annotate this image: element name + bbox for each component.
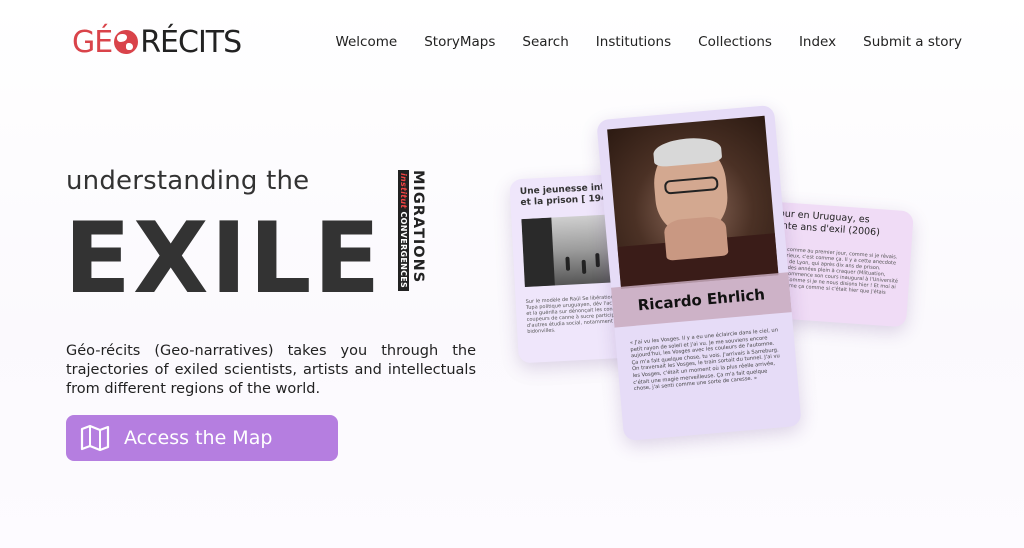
nav-storymaps[interactable]: StoryMaps (424, 34, 495, 50)
map-icon (80, 424, 110, 452)
nav-collections[interactable]: Collections (698, 34, 772, 50)
globe-icon (114, 30, 139, 54)
card-center-portrait (607, 115, 779, 289)
nav-institutions[interactable]: Institutions (596, 34, 671, 50)
card-center-name: Ricardo Ehrlich (637, 285, 766, 315)
badge-convergences-text: CONVERGENCES (399, 211, 408, 289)
logo-text-geo: GÉ (72, 24, 113, 60)
badge-convergences: institut CONVERGENCES (398, 170, 409, 292)
site-logo[interactable]: GÉ RÉCITS (72, 24, 242, 60)
nav-index[interactable]: Index (799, 34, 836, 50)
hero-subtitle: understanding the (66, 166, 310, 196)
story-card-center[interactable]: Ricardo Ehrlich « J'ai vu les Vosges. Il… (596, 104, 802, 442)
nav-submit-story[interactable]: Submit a story (863, 34, 962, 50)
main-navigation: Welcome StoryMaps Search Institutions Co… (335, 34, 962, 50)
nav-search[interactable]: Search (522, 34, 568, 50)
hero-description: Géo-récits (Geo-narratives) takes you th… (66, 343, 476, 397)
access-map-button[interactable]: Access the Map (66, 415, 338, 461)
access-map-label: Access the Map (124, 427, 273, 449)
badge-migrations-text: MIGRATIONS (410, 170, 426, 284)
badge-institut-text: institut (399, 173, 408, 209)
nav-welcome[interactable]: Welcome (335, 34, 397, 50)
card-right-title: etour en Uruguay, es trente ans d'exil (… (768, 207, 881, 239)
card-center-quote: « J'ai vu les Vosges. Il y a eu une écla… (629, 327, 781, 393)
hero-headline: EXILE (64, 202, 383, 316)
logo-text-recits: RÉCITS (140, 24, 242, 60)
migrations-badge: MIGRATIONS institut CONVERGENCES (396, 170, 426, 292)
